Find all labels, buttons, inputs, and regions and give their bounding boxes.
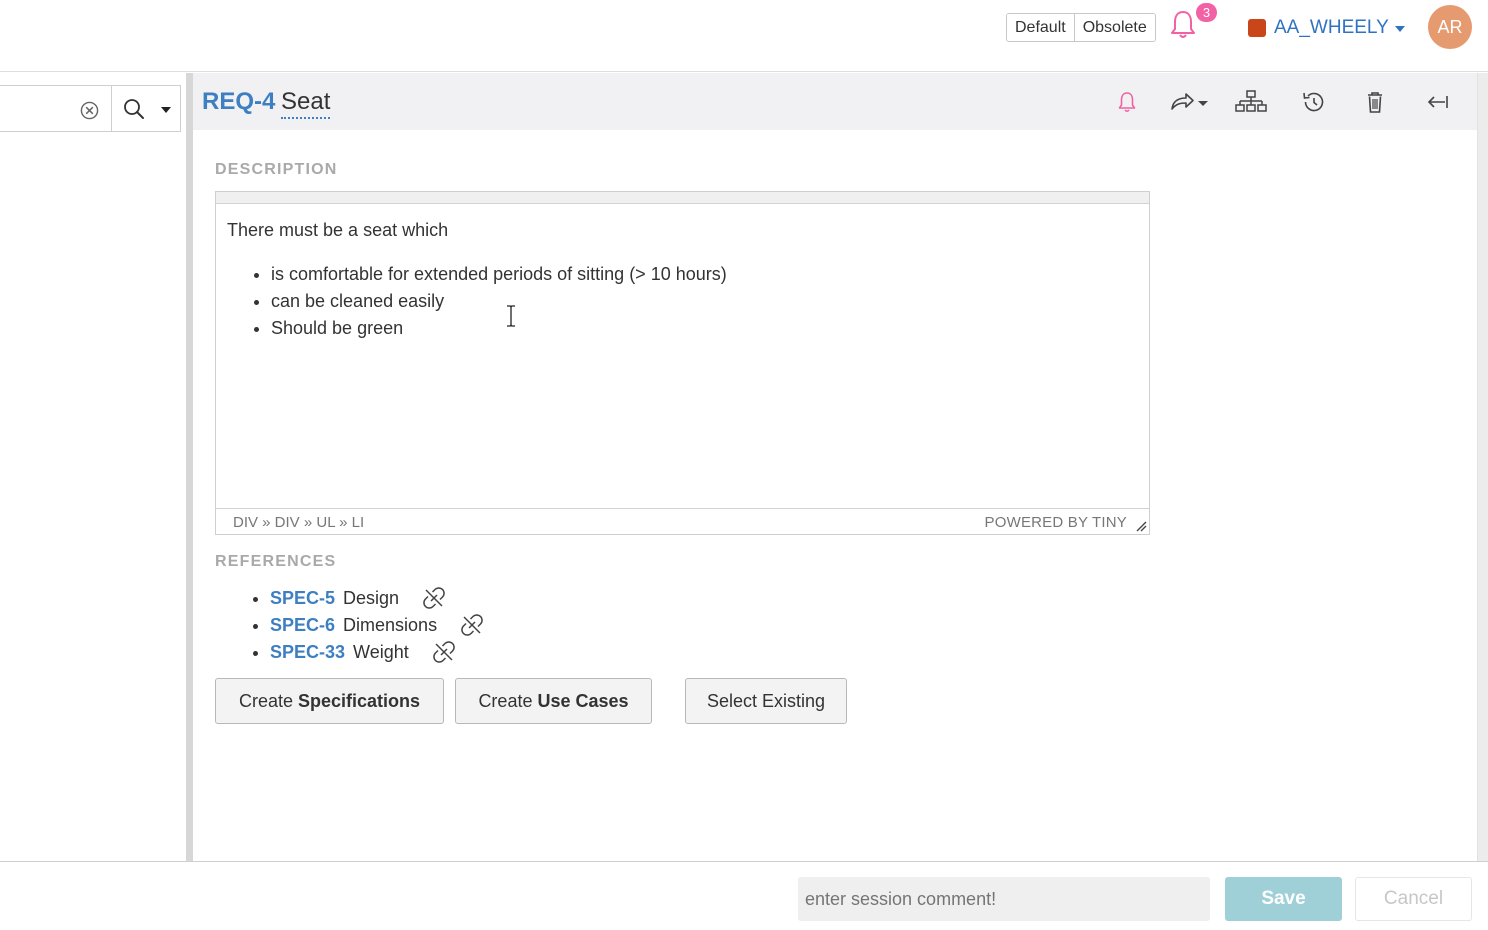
share-icon[interactable] bbox=[1169, 90, 1211, 114]
button-prefix: Create bbox=[478, 691, 533, 711]
powered-by-link[interactable]: POWERED BY TINY bbox=[985, 514, 1127, 531]
top-bar: Default Obsolete 3 AA_WHEELY AR bbox=[0, 0, 1488, 72]
reference-name: Weight bbox=[353, 642, 409, 662]
description-editor[interactable]: There must be a seat which is comfortabl… bbox=[215, 191, 1150, 535]
reference-id-link[interactable]: SPEC-5 bbox=[270, 588, 335, 608]
element-path[interactable]: DIV » DIV » UL » LI bbox=[233, 514, 364, 531]
reference-item: SPEC-5 Design bbox=[270, 585, 484, 612]
item-details: DESCRIPTION There must be a seat which i… bbox=[193, 130, 1477, 861]
reference-item: SPEC-6 Dimensions bbox=[270, 612, 484, 639]
create-specifications-button[interactable]: Create Specifications bbox=[215, 678, 444, 724]
scrollbar-track[interactable] bbox=[1477, 73, 1488, 861]
unlink-icon[interactable] bbox=[460, 613, 484, 637]
hierarchy-icon[interactable] bbox=[1235, 90, 1267, 114]
list-item: is comfortable for extended periods of s… bbox=[271, 261, 1138, 288]
chevron-down-icon bbox=[1394, 26, 1405, 32]
select-existing-button[interactable]: Select Existing bbox=[685, 678, 847, 724]
label-obsolete-button[interactable]: Obsolete bbox=[1073, 14, 1155, 41]
label-default-button[interactable]: Default bbox=[1007, 14, 1074, 41]
user-avatar[interactable]: AR bbox=[1428, 5, 1472, 49]
item-id[interactable]: REQ-4 bbox=[202, 88, 275, 116]
search-button[interactable] bbox=[111, 85, 181, 132]
project-color-swatch bbox=[1248, 19, 1266, 37]
reference-item: SPEC-33 Weight bbox=[270, 639, 484, 666]
description-label: DESCRIPTION bbox=[215, 161, 338, 178]
search-input[interactable] bbox=[0, 85, 112, 132]
unlink-icon[interactable] bbox=[422, 586, 446, 610]
item-header: REQ-4 Seat bbox=[193, 73, 1477, 130]
description-intro: There must be a seat which bbox=[227, 220, 449, 240]
list-item: Should be green bbox=[271, 315, 1138, 342]
tree-pane bbox=[0, 73, 186, 861]
unlink-icon[interactable] bbox=[432, 640, 456, 664]
editor-statusbar: DIV » DIV » UL » LI POWERED BY TINY bbox=[216, 508, 1149, 534]
button-prefix: Create bbox=[238, 691, 293, 711]
session-bar: Save Cancel bbox=[0, 861, 1488, 930]
editor-toolbar bbox=[216, 192, 1149, 204]
cancel-button[interactable]: Cancel bbox=[1355, 877, 1472, 921]
watch-bell-icon[interactable] bbox=[1113, 90, 1141, 114]
clear-search-icon[interactable] bbox=[80, 101, 99, 120]
list-item: can be cleaned easily bbox=[271, 288, 1138, 315]
reference-id-link[interactable]: SPEC-6 bbox=[270, 615, 335, 635]
editor-content[interactable]: There must be a seat which is comfortabl… bbox=[216, 204, 1149, 358]
label-filter-group: Default Obsolete bbox=[1006, 13, 1156, 42]
session-comment-input[interactable] bbox=[798, 877, 1210, 921]
save-button[interactable]: Save bbox=[1225, 877, 1342, 921]
resize-handle-icon[interactable] bbox=[1136, 521, 1147, 532]
references-label: REFERENCES bbox=[215, 553, 337, 570]
delete-icon[interactable] bbox=[1361, 90, 1389, 114]
reference-name: Design bbox=[343, 588, 400, 608]
text-cursor-icon bbox=[507, 305, 515, 327]
reference-id-link[interactable]: SPEC-33 bbox=[270, 642, 345, 662]
pane-splitter[interactable] bbox=[186, 73, 193, 861]
search-options-chevron-icon[interactable] bbox=[161, 107, 171, 113]
button-emphasis: Use Cases bbox=[537, 691, 629, 711]
references-list: SPEC-5 Design SPEC-6 Dimensions SPEC-33 Wei… bbox=[248, 585, 484, 666]
create-use-cases-button[interactable]: Create Use Cases bbox=[455, 678, 652, 724]
item-title[interactable]: Seat bbox=[281, 88, 331, 119]
button-emphasis: Specifications bbox=[298, 691, 421, 711]
project-name: AA_WHEELY bbox=[1274, 17, 1389, 38]
project-selector[interactable]: AA_WHEELY bbox=[1248, 14, 1405, 42]
collapse-panel-icon[interactable] bbox=[1423, 90, 1451, 114]
reference-name: Dimensions bbox=[343, 615, 438, 635]
notification-count-badge: 3 bbox=[1196, 3, 1217, 22]
description-list: is comfortable for extended periods of s… bbox=[227, 261, 1138, 342]
history-icon[interactable] bbox=[1299, 90, 1327, 114]
search-icon bbox=[124, 99, 144, 119]
